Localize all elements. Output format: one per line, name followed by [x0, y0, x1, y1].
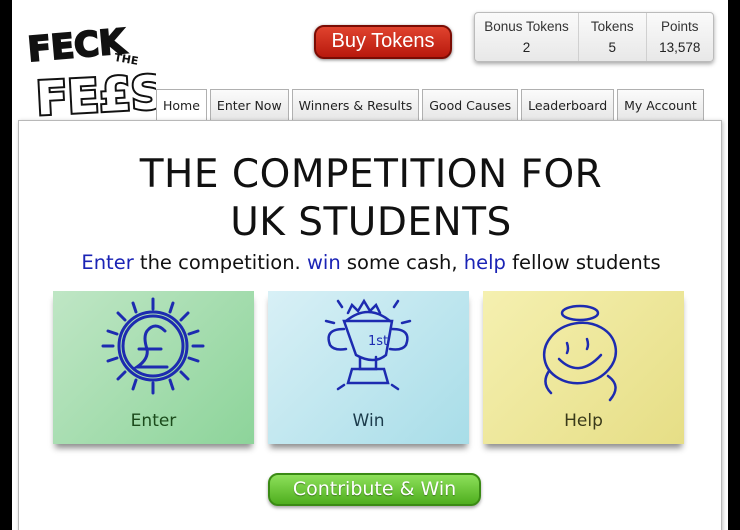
tab-home[interactable]: Home [156, 89, 207, 123]
tokens-label: Tokens [590, 19, 634, 34]
tokens-stat: Tokens 5 [579, 13, 647, 61]
tab-leaderboard[interactable]: Leaderboard [521, 89, 615, 121]
main-panel: THE COMPETITION FOR UK STUDENTS Enter th… [18, 120, 722, 530]
points-value: 13,578 [659, 40, 701, 55]
svg-text:FE£S: FE£S [35, 65, 156, 120]
tagline: Enter the competition. win some cash, he… [19, 251, 723, 274]
points-label: Points [661, 19, 699, 34]
headline-line-1: THE COMPETITION FOR [139, 152, 603, 197]
win-card[interactable]: 1st Win [268, 291, 469, 444]
win-card-label: Win [352, 411, 385, 431]
tagline-text-1: the competition. [133, 251, 307, 274]
help-card[interactable]: Help [483, 291, 684, 444]
buy-tokens-button[interactable]: Buy Tokens [314, 25, 452, 59]
bonus-tokens-label: Bonus Tokens [484, 19, 569, 34]
headline-line-2: UK STUDENTS [230, 200, 512, 245]
tab-good-causes[interactable]: Good Causes [422, 89, 519, 121]
help-card-label: Help [564, 411, 603, 431]
page: FECK THE FE£S Buy Tokens Bonus Tokens 2 … [12, 0, 728, 530]
tokens-value: 5 [608, 40, 617, 55]
tagline-help-keyword: help [463, 251, 506, 274]
tagline-text-2: some cash, [340, 251, 464, 274]
tagline-enter-keyword: Enter [81, 251, 134, 274]
tab-enter-now[interactable]: Enter Now [209, 89, 289, 121]
tab-winners-results[interactable]: Winners & Results [291, 89, 420, 121]
tab-my-account[interactable]: My Account [617, 89, 704, 121]
token-stats-panel: Bonus Tokens 2 Tokens 5 Points 13,578 [474, 12, 714, 62]
tagline-win-keyword: win [306, 251, 341, 274]
nav-tabs: Home Enter Now Winners & Results Good Ca… [156, 89, 707, 123]
enter-card[interactable]: Enter [53, 291, 254, 444]
enter-card-label: Enter [130, 411, 177, 431]
contribute-and-win-button[interactable]: Contribute & Win [268, 473, 481, 506]
svg-text:THE: THE [113, 51, 139, 68]
feck-the-fees-logo[interactable]: FECK THE FE£S [26, 20, 156, 120]
bonus-tokens-value: 2 [522, 40, 531, 55]
svg-text:1st: 1st [368, 334, 388, 349]
points-stat: Points 13,578 [647, 13, 713, 61]
page-headline: THE COMPETITION FOR UK STUDENTS [19, 151, 723, 247]
bonus-tokens-stat: Bonus Tokens 2 [475, 13, 580, 61]
tagline-text-3: fellow students [505, 251, 661, 274]
